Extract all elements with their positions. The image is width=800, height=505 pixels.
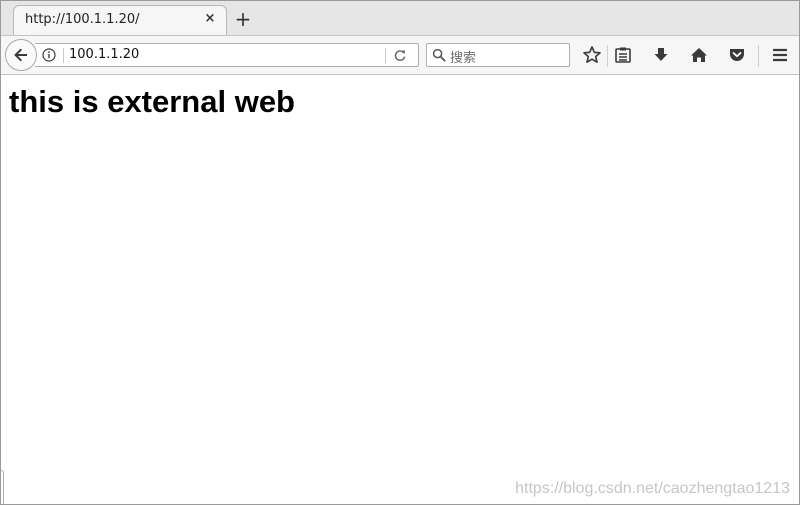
page-content: this is external web https://blog.csdn.n… [1,75,799,504]
reading-list-icon[interactable] [613,45,633,65]
bookmark-star-icon[interactable] [582,45,602,65]
tab-strip: http://100.1.1.20/ × + [1,1,799,35]
url-divider [385,48,386,63]
info-icon[interactable] [42,48,56,62]
window-edge [1,470,4,504]
search-input[interactable]: 搜索 [450,47,476,66]
tab-active[interactable]: http://100.1.1.20/ × [13,5,227,35]
home-icon[interactable] [689,45,709,65]
browser-window: http://100.1.1.20/ × + 100.1.1.20 搜索 thi… [0,0,800,505]
search-icon [432,48,446,62]
url-input[interactable]: 100.1.1.20 [69,47,139,62]
tab-title: http://100.1.1.20/ [25,12,140,27]
back-button[interactable] [5,39,37,71]
pocket-icon[interactable] [727,45,747,65]
search-bar[interactable]: 搜索 [426,43,570,67]
back-arrow-icon [14,48,27,62]
menu-icon[interactable] [770,45,790,65]
new-tab-button[interactable]: + [233,9,253,29]
tab-close-icon[interactable]: × [203,12,217,26]
reload-icon[interactable] [393,48,407,62]
watermark: https://blog.csdn.net/caozhengtao1213 [515,480,790,497]
url-bar[interactable]: 100.1.1.20 [35,43,419,67]
toolbar-divider [607,45,608,67]
url-divider [63,48,64,63]
nav-bar: 100.1.1.20 搜索 [1,35,799,75]
toolbar-divider [758,45,759,67]
download-icon[interactable] [651,45,671,65]
page-heading: this is external web [9,84,295,119]
